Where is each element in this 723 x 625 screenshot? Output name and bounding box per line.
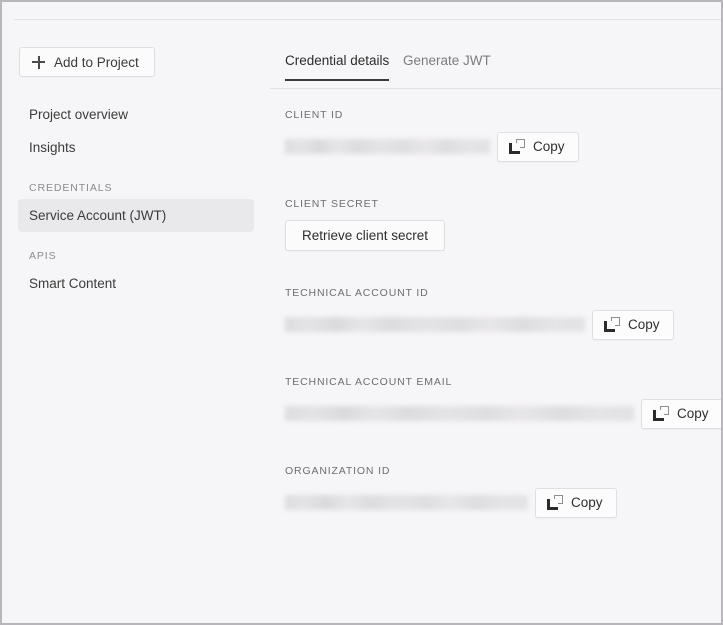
client-id-value-redacted: [285, 139, 490, 154]
sidebar-item-service-account-jwt[interactable]: Service Account (JWT): [18, 199, 254, 232]
sidebar-section-apis: APIS: [29, 250, 57, 262]
field-client-secret: CLIENT SECRET Retrieve client secret: [270, 197, 721, 251]
technical-account-email-value-redacted: [285, 406, 634, 421]
tab-credential-details[interactable]: Credential details: [285, 53, 390, 81]
field-row-technical-account-id: Copy: [270, 309, 721, 340]
retrieve-client-secret-button[interactable]: Retrieve client secret: [285, 220, 446, 251]
field-row-client-id: Copy: [270, 131, 721, 162]
sidebar-nav: Project overview Insights CREDENTIALS Se…: [2, 98, 270, 300]
credentials-page: Add to Project Project overview Insights…: [0, 0, 723, 625]
credential-fields: CLIENT ID Copy CLIENT SECRET Retrieve cl…: [270, 108, 721, 518]
copy-button-label: Copy: [628, 317, 660, 332]
copy-button-technical-account-id[interactable]: Copy: [592, 309, 674, 340]
add-to-project-button[interactable]: Add to Project: [19, 47, 155, 77]
copy-button-label: Copy: [533, 139, 565, 154]
copy-icon: [509, 139, 525, 154]
field-technical-account-email: TECHNICAL ACCOUNT EMAIL Copy: [270, 375, 721, 429]
field-organization-id: ORGANIZATION ID Copy: [270, 464, 721, 518]
copy-icon: [653, 406, 669, 421]
sidebar: Add to Project Project overview Insights…: [2, 20, 270, 623]
field-client-id: CLIENT ID Copy: [270, 108, 721, 162]
sidebar-section-credentials: CREDENTIALS: [29, 182, 113, 194]
tab-bar: Credential details Generate JWT: [270, 53, 721, 89]
copy-button-label: Copy: [677, 406, 709, 421]
sidebar-item-project-overview[interactable]: Project overview: [2, 98, 270, 131]
field-label-technical-account-email: TECHNICAL ACCOUNT EMAIL: [285, 376, 453, 388]
copy-icon: [604, 317, 620, 332]
field-label-client-secret: CLIENT SECRET: [285, 198, 379, 210]
tab-generate-jwt[interactable]: Generate JWT: [403, 53, 491, 79]
field-label-technical-account-id: TECHNICAL ACCOUNT ID: [285, 287, 429, 299]
field-row-technical-account-email: Copy: [270, 398, 721, 429]
field-label-client-id: CLIENT ID: [285, 109, 344, 121]
plus-icon: [32, 55, 45, 69]
copy-button-client-id[interactable]: Copy: [497, 131, 579, 162]
organization-id-value-redacted: [285, 495, 528, 510]
copy-button-organization-id[interactable]: Copy: [535, 487, 617, 518]
copy-button-technical-account-email[interactable]: Copy: [641, 398, 721, 429]
copy-icon: [547, 495, 563, 510]
add-to-project-label: Add to Project: [54, 54, 139, 70]
field-label-organization-id: ORGANIZATION ID: [285, 465, 391, 477]
field-technical-account-id: TECHNICAL ACCOUNT ID Copy: [270, 286, 721, 340]
field-row-organization-id: Copy: [270, 487, 721, 518]
copy-button-label: Copy: [571, 495, 603, 510]
technical-account-id-value-redacted: [285, 317, 585, 332]
main-content: Credential details Generate JWT CLIENT I…: [270, 20, 721, 623]
sidebar-item-insights[interactable]: Insights: [2, 131, 270, 164]
sidebar-item-smart-content[interactable]: Smart Content: [2, 267, 270, 300]
